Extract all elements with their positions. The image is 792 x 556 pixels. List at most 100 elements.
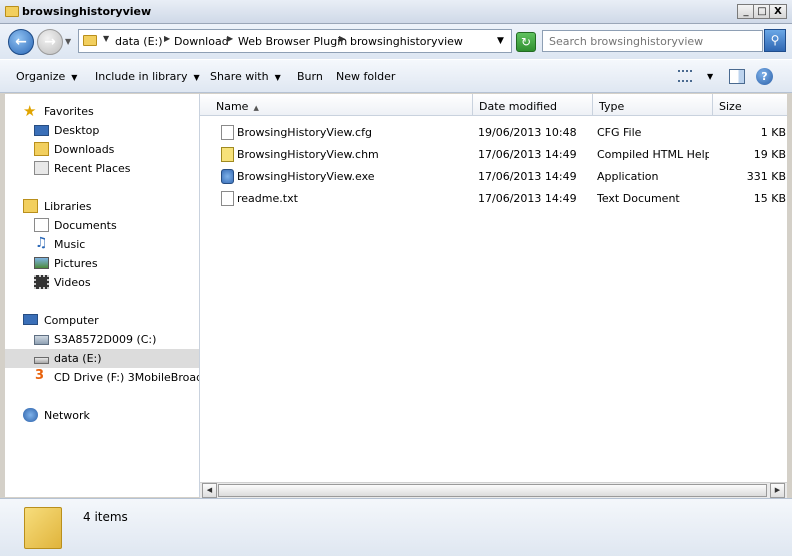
title-bar: browsinghistoryview _ □ X: [0, 0, 792, 24]
sidebar-item-label: CD Drive (F:) 3MobileBroadband: [54, 371, 199, 384]
navigation-pane: ★ Favorites Desktop Downloads Recent Pla…: [5, 94, 200, 497]
search-input[interactable]: [542, 30, 763, 52]
file-name: BrowsingHistoryView.chm: [237, 148, 379, 161]
videos-film-icon: [34, 275, 49, 289]
sidebar-item-label: Libraries: [44, 200, 92, 213]
view-options-icon[interactable]: [678, 70, 692, 82]
breadcrumb-separator-icon[interactable]: ▶: [164, 34, 170, 43]
column-header-name[interactable]: Name ▲: [200, 94, 473, 116]
table-row[interactable]: BrowsingHistoryView.chm 17/06/2013 14:49…: [200, 144, 787, 166]
horizontal-scrollbar[interactable]: ◀ ▶: [200, 482, 787, 498]
search-icon: ⚲: [770, 33, 780, 47]
include-in-library-menu[interactable]: Include in library ▼: [95, 70, 200, 83]
address-row: ← → ▼ ▼ data (E:) ▶ Download ▶ Web Brows…: [0, 24, 792, 59]
arrow-left-icon: ←: [15, 34, 27, 50]
sidebar-item-network[interactable]: Network: [5, 406, 199, 425]
close-button[interactable]: X: [769, 4, 787, 19]
breadcrumb-browsinghistoryview[interactable]: browsinghistoryview: [350, 35, 463, 48]
share-with-label: Share with: [210, 70, 269, 83]
file-name: readme.txt: [237, 192, 298, 205]
view-options-chevron-icon[interactable]: ▼: [707, 72, 713, 81]
address-history-dropdown-icon[interactable]: ▼: [497, 36, 504, 46]
scrollbar-thumb[interactable]: [218, 484, 767, 497]
recent-pages-chevron-icon[interactable]: ▼: [65, 37, 71, 46]
documents-icon: [34, 218, 49, 232]
breadcrumb-separator-icon[interactable]: ▼: [103, 34, 109, 43]
sidebar-item-label: Recent Places: [54, 162, 131, 175]
system-drive-icon: [34, 335, 49, 345]
sidebar-item-desktop[interactable]: Desktop: [5, 121, 199, 140]
command-toolbar: Organize ▼ Include in library ▼ Share with…: [0, 59, 792, 93]
folder-icon: [5, 6, 19, 17]
sidebar-item-computer[interactable]: Computer: [5, 311, 199, 330]
sidebar-item-label: Desktop: [54, 124, 100, 137]
breadcrumb-separator-icon[interactable]: ▶: [227, 34, 233, 43]
breadcrumb-web-browser-plugin[interactable]: Web Browser Plugin: [238, 35, 347, 48]
breadcrumb-download[interactable]: Download: [174, 35, 229, 48]
network-globe-icon: [23, 408, 38, 422]
burn-button[interactable]: Burn: [297, 70, 323, 83]
column-header-type[interactable]: Type: [593, 94, 713, 116]
downloads-folder-icon: [34, 142, 49, 156]
help-icon[interactable]: ?: [756, 68, 773, 85]
hard-drive-icon: [34, 357, 49, 364]
scroll-left-icon[interactable]: ◀: [202, 483, 217, 498]
sidebar-item-videos[interactable]: Videos: [5, 273, 199, 292]
sidebar-item-label: Favorites: [44, 105, 94, 118]
sidebar-item-music[interactable]: ♫ Music: [5, 235, 199, 254]
new-folder-button[interactable]: New folder: [336, 70, 395, 83]
sidebar-item-libraries[interactable]: Libraries: [5, 197, 199, 216]
desktop-icon: [34, 125, 49, 136]
details-pane: 4 items: [0, 498, 792, 556]
sidebar-item-favorites[interactable]: ★ Favorites: [5, 102, 199, 121]
table-row[interactable]: BrowsingHistoryView.exe 17/06/2013 14:49…: [200, 166, 787, 188]
file-date: 17/06/2013 14:49: [478, 170, 577, 183]
sidebar-item-label: S3A8572D009 (C:): [54, 333, 157, 346]
preview-pane-icon[interactable]: [729, 69, 745, 84]
breadcrumb-data-drive[interactable]: data (E:): [115, 35, 163, 48]
file-date: 17/06/2013 14:49: [478, 192, 577, 205]
chevron-down-icon: ▼: [193, 73, 200, 82]
file-list: Name ▲ Date modified Type Size BrowsingHi…: [200, 94, 787, 497]
file-size: 19 KB: [753, 148, 786, 161]
address-bar[interactable]: ▼ data (E:) ▶ Download ▶ Web Browser Plu…: [78, 29, 512, 53]
breadcrumb-separator-icon[interactable]: ▶: [339, 34, 345, 43]
sidebar-item-label: Computer: [44, 314, 99, 327]
forward-button[interactable]: →: [37, 29, 63, 55]
folder-icon: [24, 507, 62, 549]
sidebar-item-pictures[interactable]: Pictures: [5, 254, 199, 273]
table-row[interactable]: readme.txt 17/06/2013 14:49 Text Documen…: [200, 188, 787, 210]
scroll-right-icon[interactable]: ▶: [770, 483, 785, 498]
sidebar-item-downloads[interactable]: Downloads: [5, 140, 199, 159]
sidebar-item-drive-f[interactable]: 3 CD Drive (F:) 3MobileBroadband: [5, 368, 199, 387]
sidebar-item-drive-c[interactable]: S3A8572D009 (C:): [5, 330, 199, 349]
organize-menu[interactable]: Organize ▼: [16, 70, 77, 83]
sidebar-item-documents[interactable]: Documents: [5, 216, 199, 235]
sidebar-item-label: Downloads: [54, 143, 115, 156]
sidebar-item-recent-places[interactable]: Recent Places: [5, 159, 199, 178]
exe-app-icon: [221, 169, 234, 184]
column-header-date[interactable]: Date modified: [473, 94, 593, 116]
cfg-file-icon: [221, 125, 234, 140]
file-type: Application: [597, 170, 659, 183]
back-button[interactable]: ←: [8, 29, 34, 55]
file-size: 15 KB: [753, 192, 786, 205]
sidebar-item-drive-e[interactable]: data (E:): [5, 349, 199, 368]
pictures-icon: [34, 257, 49, 269]
music-note-icon: ♫: [35, 235, 48, 251]
star-icon: ★: [23, 102, 37, 120]
table-row[interactable]: BrowsingHistoryView.cfg 19/06/2013 10:48…: [200, 122, 787, 144]
column-header-size[interactable]: Size: [713, 94, 787, 116]
libraries-icon: [23, 199, 38, 213]
share-with-menu[interactable]: Share with ▼: [210, 70, 281, 83]
sidebar-item-label: Videos: [54, 276, 91, 289]
chevron-down-icon: ▼: [274, 73, 281, 82]
refresh-icon: ↻: [520, 35, 532, 49]
refresh-button[interactable]: ↻: [516, 32, 536, 52]
search-button[interactable]: ⚲: [764, 29, 786, 52]
sidebar-item-label: Documents: [54, 219, 117, 232]
file-date: 17/06/2013 14:49: [478, 148, 577, 161]
file-type: Compiled HTML Help...: [597, 148, 709, 161]
chevron-down-icon: ▼: [71, 73, 78, 82]
file-size: 1 KB: [760, 126, 786, 139]
